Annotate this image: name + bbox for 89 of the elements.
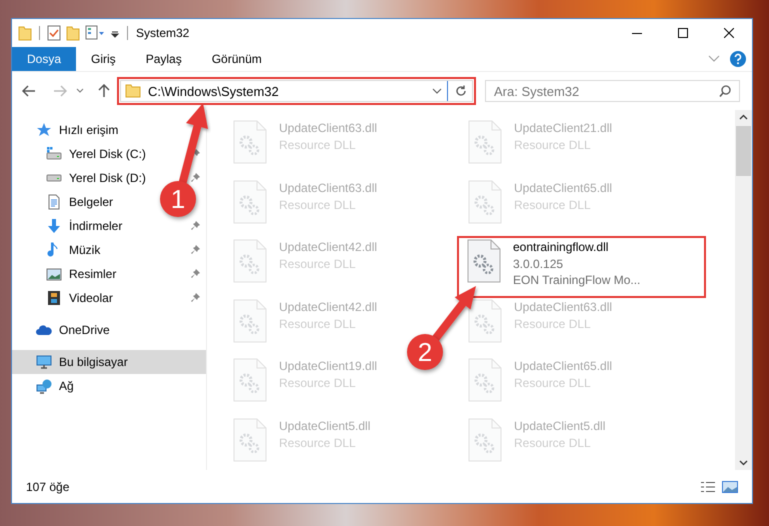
- callout-arrow: [432, 286, 476, 342]
- navigation-item[interactable]: Resimler: [12, 262, 120, 286]
- pin-icon[interactable]: [191, 221, 200, 231]
- drive-icon: [46, 146, 62, 162]
- network-icon: [36, 378, 52, 394]
- scroll-up-icon[interactable]: [739, 114, 748, 120]
- scrollbar-thumb[interactable]: [736, 126, 751, 176]
- file-name: UpdateClient63.dll: [279, 120, 378, 137]
- scroll-down-icon[interactable]: [739, 460, 748, 466]
- chevron-icon[interactable]: [432, 88, 442, 94]
- file-detail: EON TrainingFlow Mo...: [513, 272, 640, 288]
- checklist-icon[interactable]: [47, 25, 61, 41]
- navigation-label: OneDrive: [59, 323, 110, 337]
- file-name: UpdateClient42.dll: [279, 239, 378, 256]
- navigation-item[interactable]: Belgeler: [12, 190, 118, 214]
- navigation-item[interactable]: Ağ: [12, 374, 78, 398]
- navigation-label: Bu bilgisayar: [59, 355, 128, 369]
- navigation-label: Ağ: [59, 379, 74, 393]
- up-arrow-icon[interactable]: [98, 84, 110, 98]
- item-count: 107 öğe: [26, 480, 70, 494]
- navigation-item[interactable]: Yerel Disk (D:): [12, 166, 150, 190]
- maximize-icon: [678, 28, 688, 38]
- close-icon: [724, 28, 734, 38]
- scrollbar[interactable]: [735, 110, 752, 470]
- refresh-icon[interactable]: [455, 85, 467, 97]
- dll-file-icon: [468, 298, 502, 342]
- file-name: UpdateClient42.dll: [279, 298, 378, 316]
- dll-file-icon: [233, 358, 267, 402]
- help-icon[interactable]: [730, 51, 746, 67]
- navigation-label: Resimler: [69, 267, 116, 281]
- star-icon: [36, 122, 52, 138]
- picture-icon: [46, 266, 62, 282]
- monitor-icon: [36, 354, 52, 370]
- pin-icon[interactable]: [191, 293, 200, 303]
- dll-file-icon: [233, 120, 267, 164]
- film-icon: [46, 290, 62, 306]
- search-field[interactable]: Ara: System32: [485, 80, 740, 102]
- navigation-item[interactable]: Videolar: [12, 286, 117, 310]
- navigation-item[interactable]: Hızlı erişim: [12, 118, 122, 142]
- dll-file-icon: [468, 418, 502, 462]
- navigation-label: Yerel Disk (D:): [69, 171, 146, 185]
- navigation-label: Videolar: [69, 291, 113, 305]
- pin-icon[interactable]: [191, 245, 200, 255]
- address-path: C:\Windows\System32: [148, 84, 280, 98]
- file-tile[interactable]: eontrainingflow.dll 3.0.0.125 EON TrainingFlow Mo...: [458, 237, 705, 296]
- navigation-item[interactable]: İndirmeler: [12, 214, 126, 238]
- file-name: UpdateClient21.dll: [514, 120, 612, 137]
- dll-file-icon: [468, 180, 502, 224]
- navigation-label: Belgeler: [69, 195, 114, 209]
- file-detail: 3.0.0.125: [513, 256, 564, 272]
- address-field[interactable]: C:\Windows\System32: [120, 80, 473, 102]
- dll-file-icon: [468, 120, 502, 164]
- pin-icon[interactable]: [191, 269, 200, 279]
- file-name: UpdateClient5.dll: [514, 418, 606, 434]
- dll-file-icon: [233, 298, 267, 342]
- drive-icon: [46, 174, 62, 182]
- navigation-label: Yerel Disk (C:): [69, 147, 146, 161]
- navigation-item[interactable]: Müzik: [12, 238, 104, 262]
- pin-icon[interactable]: [191, 173, 200, 183]
- navigation-item[interactable]: Yerel Disk (C:): [12, 142, 150, 166]
- navigation-label: Hızlı erişim: [59, 123, 118, 137]
- navigation-item[interactable]: OneDrive: [12, 318, 114, 342]
- details-view-icon[interactable]: [700, 480, 716, 492]
- down-arrow-icon: [46, 218, 62, 234]
- folder-icon: [125, 84, 141, 98]
- file-name: UpdateClient5.dll: [279, 418, 370, 434]
- properties-icon[interactable]: [85, 25, 105, 41]
- dll-file-icon: [233, 239, 267, 283]
- dll-file-icon: [468, 358, 502, 402]
- large-icons-view-icon[interactable]: [722, 480, 738, 492]
- file-name: eontrainingflow.dll: [513, 239, 610, 256]
- file-name: UpdateClient65.dll: [514, 358, 612, 375]
- file-name: UpdateClient65.dll: [514, 180, 612, 196]
- document-icon: [46, 194, 62, 210]
- back-arrow-icon[interactable]: [22, 85, 36, 97]
- navigation-label: İndirmeler: [69, 219, 122, 233]
- window-title: System32: [136, 26, 190, 40]
- search-icon: [719, 85, 731, 97]
- ribbon-tab[interactable]: Dosya: [12, 47, 76, 71]
- file-name: UpdateClient19.dll: [279, 358, 378, 375]
- dll-file-icon: [233, 418, 267, 462]
- file-name: UpdateClient63.dll: [279, 180, 378, 196]
- navigation-item[interactable]: Bu bilgisayar: [12, 350, 206, 374]
- file-name: UpdateClient63.dll: [514, 298, 612, 316]
- dll-file-icon: [467, 239, 501, 283]
- minimize-icon: [632, 32, 642, 34]
- navigation-label: Müzik: [69, 243, 100, 257]
- chevron-icon[interactable]: [76, 88, 84, 94]
- dll-file-icon: [233, 180, 267, 224]
